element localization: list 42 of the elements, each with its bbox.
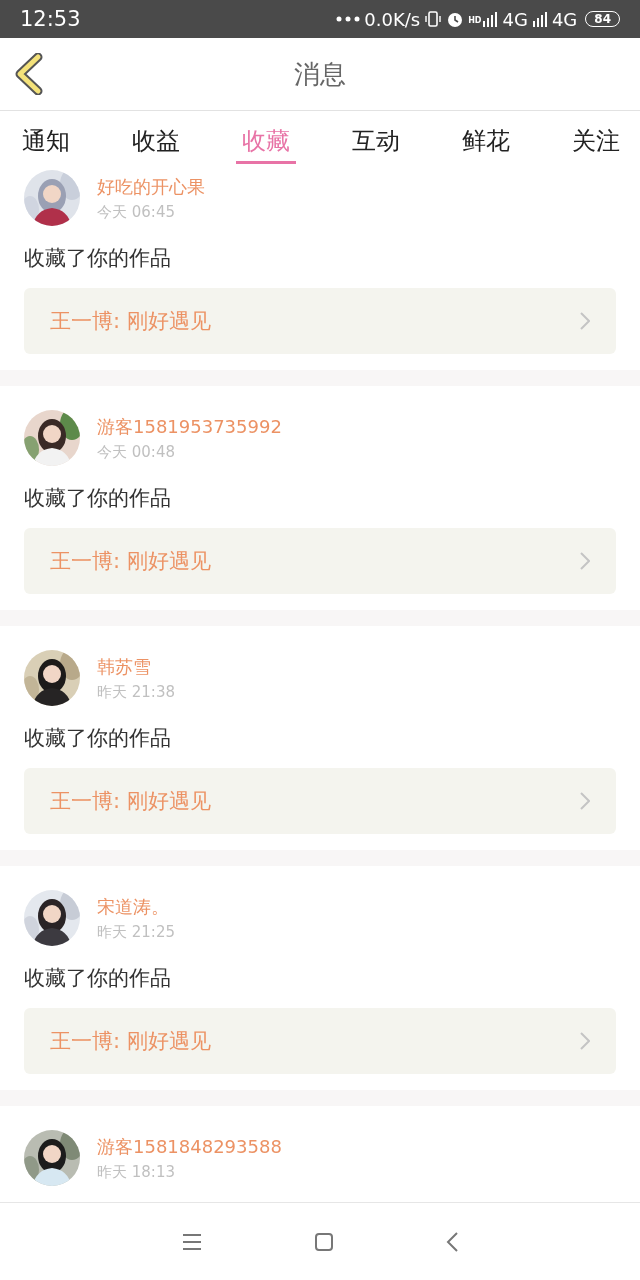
network-speed: 0.0K/s bbox=[364, 8, 421, 30]
tab[interactable]: 关注 bbox=[566, 111, 626, 164]
chevron-right-icon bbox=[580, 792, 590, 810]
chevron-right-icon bbox=[580, 552, 590, 570]
user-name[interactable]: 韩苏雪 bbox=[97, 654, 175, 679]
network-type: 4G bbox=[551, 8, 578, 30]
user-name[interactable]: 好吃的开心果 bbox=[97, 174, 205, 199]
tab[interactable]: 收藏 bbox=[236, 111, 296, 164]
message-text: 收藏了你的作品 bbox=[24, 485, 172, 512]
message-time: 今天 00:48 bbox=[97, 442, 176, 462]
tab[interactable]: 收益 bbox=[126, 111, 186, 164]
work-link[interactable]: 王一博: 刚好遇见 bbox=[24, 1008, 616, 1074]
message-text: 收藏了你的作品 bbox=[24, 245, 172, 272]
network-type: 4G bbox=[502, 8, 528, 30]
signal-icon bbox=[531, 11, 548, 27]
chevron-right-icon bbox=[580, 312, 590, 330]
user-name[interactable]: 游客1581848293588 bbox=[97, 1134, 282, 1159]
tab[interactable]: 通知 bbox=[16, 111, 76, 164]
status-time: 12:53 bbox=[20, 7, 81, 31]
user-name[interactable]: 宋道涛。 bbox=[97, 894, 175, 919]
message-time: 昨天 21:38 bbox=[97, 682, 175, 702]
work-link[interactable]: 王一博: 刚好遇见 bbox=[24, 768, 616, 834]
user-name[interactable]: 游客1581953735992 bbox=[97, 414, 282, 439]
hd-label: HD bbox=[468, 15, 482, 25]
alarm-clock-icon bbox=[446, 10, 465, 28]
chevron-right-icon bbox=[580, 1032, 590, 1050]
back-chevron-icon[interactable] bbox=[446, 1231, 458, 1252]
tab[interactable]: 鲜花 bbox=[456, 111, 516, 164]
home-square-icon[interactable] bbox=[314, 1231, 334, 1252]
vibrate-icon bbox=[424, 10, 443, 28]
message-time: 昨天 18:13 bbox=[97, 1162, 176, 1182]
work-link[interactable]: 王一博: 刚好遇见 bbox=[24, 528, 616, 594]
menu-icon[interactable] bbox=[182, 1232, 202, 1251]
tab[interactable]: 互动 bbox=[346, 111, 406, 164]
signal-icon bbox=[482, 11, 499, 27]
more-dots-icon bbox=[336, 16, 361, 22]
page-title: 消息 bbox=[294, 57, 346, 91]
message-text: 收藏了你的作品 bbox=[24, 725, 172, 752]
message-time: 今天 06:45 bbox=[97, 202, 176, 222]
message-text: 收藏了你的作品 bbox=[24, 965, 172, 992]
work-link[interactable]: 王一博: 刚好遇见 bbox=[24, 288, 616, 354]
message-time: 昨天 21:25 bbox=[97, 922, 175, 942]
